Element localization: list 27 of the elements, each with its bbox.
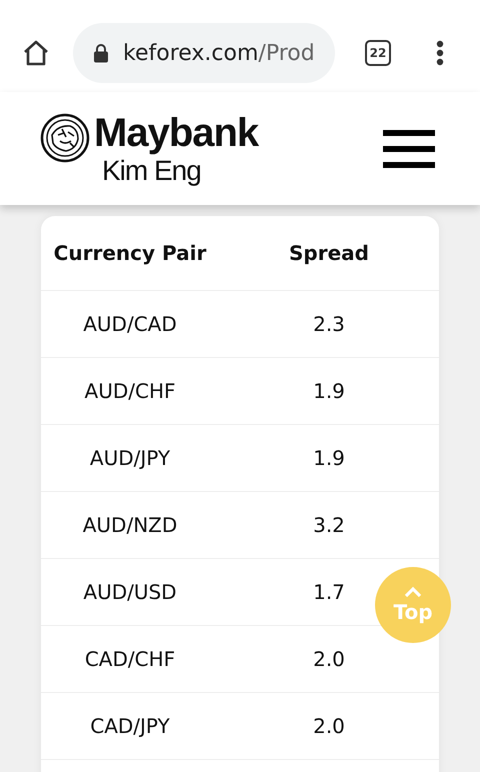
url-text: keforex.com/Prod <box>123 40 315 66</box>
address-bar[interactable]: keforex.com/Prod <box>73 23 335 83</box>
brand-subtitle: Kim Eng <box>102 154 202 186</box>
table-cell: CAD/CHF <box>84 647 176 671</box>
column-header: Currency Pair <box>54 241 206 265</box>
table-cell: 2.3 <box>313 312 345 336</box>
table-cell: AUD/CAD <box>83 312 177 336</box>
table-cell: AUD/JPY <box>90 446 170 470</box>
table-cell: 3.2 <box>313 513 345 537</box>
table-cell: AUD/NZD <box>82 513 178 537</box>
column-header: Spread <box>289 241 369 265</box>
tab-count-button[interactable]: 22 <box>365 40 391 66</box>
table-cell: 1.9 <box>313 379 345 403</box>
chevron-up-icon <box>403 586 423 598</box>
table-cell: 1.7 <box>313 580 345 604</box>
table-cell: CAD/JPY <box>90 714 170 738</box>
table-cell: 2.0 <box>313 647 345 671</box>
menu-icon[interactable] <box>383 130 435 168</box>
table-cell: 2.0 <box>313 714 345 738</box>
logo-icon <box>40 112 90 162</box>
table-cell: AUD/CHF <box>84 379 176 403</box>
home-icon[interactable] <box>22 39 50 67</box>
brand-name: Maybank <box>94 110 258 154</box>
lock-icon <box>93 43 109 63</box>
more-menu-icon[interactable] <box>436 40 444 66</box>
table-cell: AUD/USD <box>83 580 177 604</box>
table-cell: 1.9 <box>313 446 345 470</box>
